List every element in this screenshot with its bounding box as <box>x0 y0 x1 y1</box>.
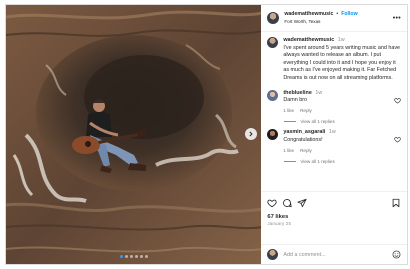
post-side-panel: wadematthewmusic • Follow Fort Worth, Te… <box>261 5 407 264</box>
follow-button[interactable]: Follow <box>341 11 357 18</box>
comment-time: 1w <box>328 129 336 136</box>
comment-username[interactable]: theblueline <box>283 90 311 96</box>
comment: yasmin_asgarali 1w Congratulations! 1 li… <box>267 129 401 154</box>
caption-username[interactable]: wadematthewmusic <box>283 37 334 43</box>
view-replies-button[interactable]: View all 1 replies <box>284 159 401 164</box>
chevron-right-icon <box>249 131 253 137</box>
comment-input[interactable] <box>283 251 387 258</box>
comment-username[interactable]: yasmin_asgarali <box>283 129 325 135</box>
comment-like-count[interactable]: 1 like <box>283 147 294 155</box>
carousel-dot <box>129 255 133 258</box>
viewer-avatar <box>267 249 279 260</box>
like-count[interactable]: 67 likes <box>267 214 401 220</box>
post-date: January 25 <box>267 221 292 226</box>
heart-icon[interactable] <box>394 136 401 143</box>
post-location[interactable]: Fort Worth, Texas <box>284 18 357 25</box>
comment-text: Damn bro <box>283 97 308 104</box>
post-photo[interactable] <box>6 5 262 264</box>
separator-dot: • <box>336 11 339 17</box>
comments-section: wadematthewmusic 1w I've spent around 5 … <box>261 32 407 191</box>
carousel-indicator <box>119 255 148 258</box>
comment: theblueline 1w Damn bro 1 like Reply <box>267 89 401 115</box>
post-dialog: wadematthewmusic • Follow Fort Worth, Te… <box>5 4 408 265</box>
carousel-dot <box>119 255 123 258</box>
comment-reply-button[interactable]: Reply <box>300 147 312 155</box>
post-actions: 67 likes January 25 <box>261 191 407 244</box>
more-options-button[interactable]: ••• <box>393 15 401 22</box>
like-heart-icon[interactable] <box>267 198 277 208</box>
view-replies-label: View all 1 replies <box>300 119 335 125</box>
carousel-dot <box>134 255 138 258</box>
carousel-dot <box>139 255 143 258</box>
carousel-dot <box>144 255 148 258</box>
comment-text: Congratulations! <box>283 136 323 143</box>
comment-time: 1w <box>315 89 323 96</box>
author-username[interactable]: wadematthewmusic <box>284 11 333 18</box>
add-comment-bar <box>261 244 407 264</box>
carousel-dot <box>124 255 128 258</box>
commenter-avatar[interactable] <box>267 129 279 141</box>
author-avatar[interactable] <box>267 12 280 24</box>
post-image <box>6 5 262 264</box>
view-replies-button[interactable]: View all 1 replies <box>284 119 401 124</box>
ellipsis-icon: ••• <box>392 14 401 22</box>
author-info: wadematthewmusic • Follow Fort Worth, Te… <box>284 11 357 25</box>
comment-icon[interactable] <box>282 198 292 208</box>
comment-reply-button[interactable]: Reply <box>300 107 312 115</box>
bookmark-icon[interactable] <box>391 198 401 208</box>
caption-text: I've spent around 5 years writing music … <box>283 44 401 81</box>
comment-like-count[interactable]: 1 like <box>283 107 294 115</box>
view-replies-label: View all 1 replies <box>300 159 335 165</box>
smiley-icon[interactable] <box>392 250 401 259</box>
post-header: wadematthewmusic • Follow Fort Worth, Te… <box>261 5 407 32</box>
heart-icon[interactable] <box>394 97 401 104</box>
author-avatar[interactable] <box>267 37 279 48</box>
caption: wadematthewmusic 1w I've spent around 5 … <box>267 37 401 83</box>
caption-time: 1w <box>337 37 345 43</box>
share-icon[interactable] <box>297 198 307 208</box>
commenter-avatar[interactable] <box>267 89 279 101</box>
